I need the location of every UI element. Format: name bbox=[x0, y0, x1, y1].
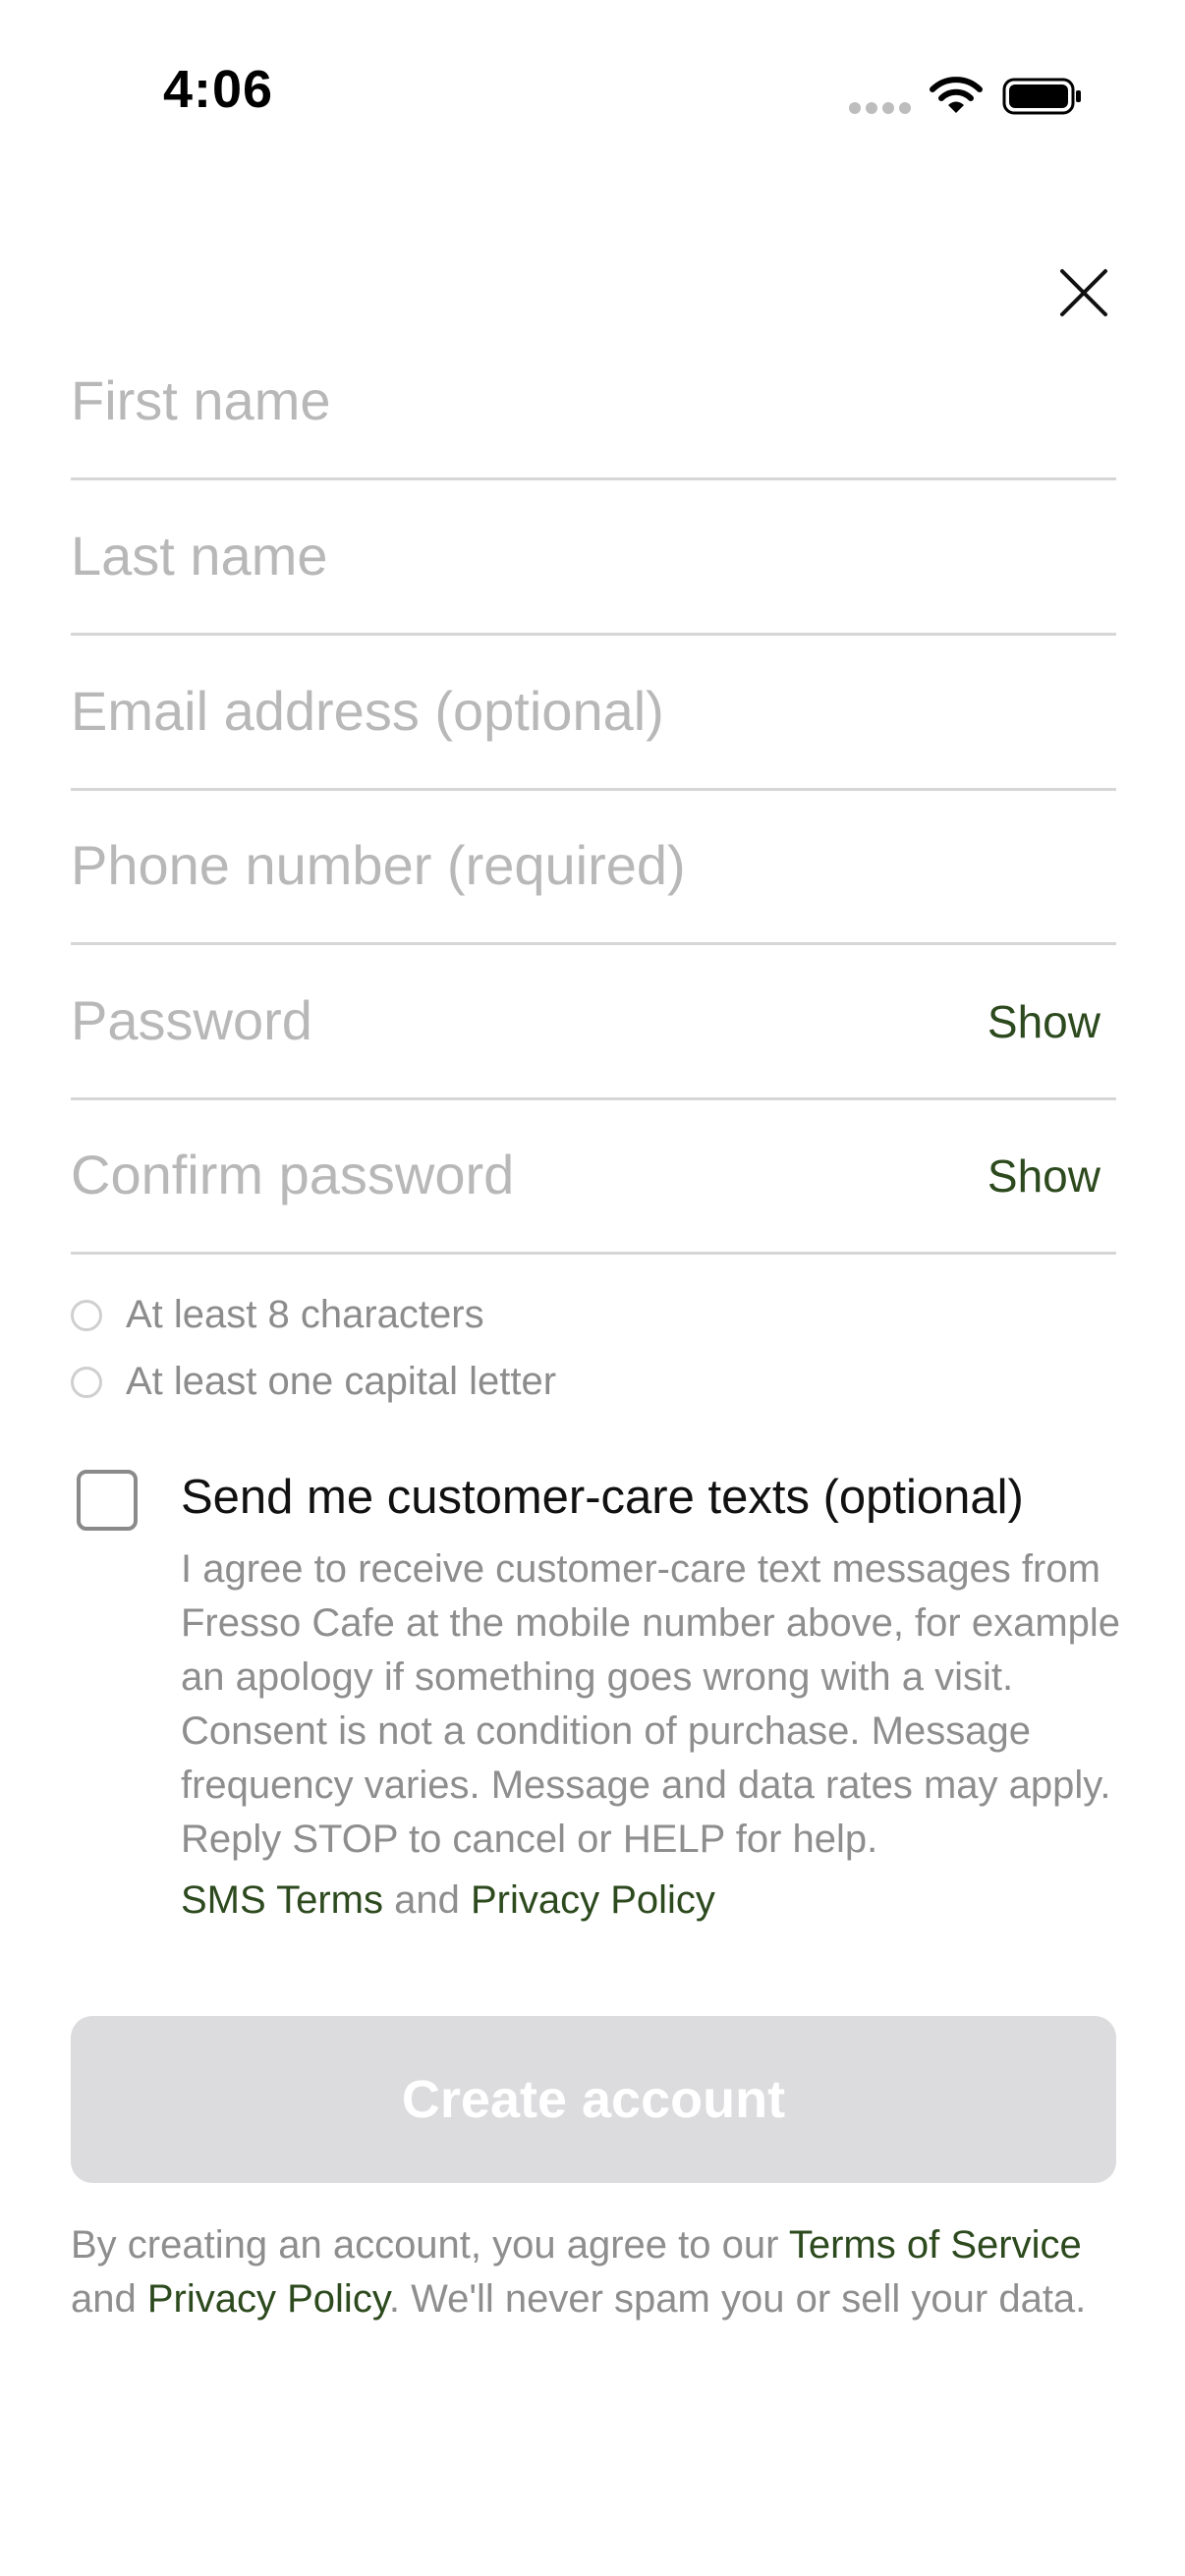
password-input[interactable] bbox=[71, 946, 955, 1093]
password-field: Show bbox=[71, 946, 1116, 1100]
sms-consent-conjunction: and bbox=[394, 1878, 460, 1922]
footer-prefix: By creating an account, you agree to our bbox=[71, 2223, 779, 2267]
phone-input[interactable] bbox=[71, 791, 955, 938]
last-name-input[interactable] bbox=[71, 481, 955, 629]
first-name-field bbox=[71, 326, 1116, 480]
confirm-password-field: Show bbox=[71, 1100, 1116, 1255]
sms-consent-body: I agree to receive customer-care text me… bbox=[181, 1547, 1121, 1861]
radio-icon bbox=[71, 1299, 102, 1331]
email-field bbox=[71, 637, 1116, 791]
create-account-button[interactable]: Create account bbox=[71, 2016, 1116, 2183]
footer-conjunction: and bbox=[71, 2277, 137, 2321]
status-bar: 4:06 bbox=[0, 0, 1185, 128]
footer-privacy-policy-link[interactable]: Privacy Policy bbox=[147, 2277, 389, 2321]
first-name-input[interactable] bbox=[71, 326, 955, 474]
terms-of-service-link[interactable]: Terms of Service bbox=[789, 2223, 1082, 2267]
wifi-icon bbox=[930, 77, 983, 113]
email-input[interactable] bbox=[71, 637, 955, 784]
password-show-toggle[interactable]: Show bbox=[988, 995, 1100, 1048]
close-icon[interactable] bbox=[1056, 265, 1111, 320]
confirm-password-input[interactable] bbox=[71, 1100, 955, 1248]
confirm-password-show-toggle[interactable]: Show bbox=[988, 1149, 1100, 1203]
radio-icon bbox=[71, 1366, 102, 1398]
sms-consent-title[interactable]: Send me customer-care texts (optional) bbox=[181, 1470, 1024, 1525]
phone-field bbox=[71, 791, 1116, 945]
password-rule-length: At least 8 characters bbox=[71, 1293, 484, 1337]
sms-consent-links: SMS Terms and Privacy Policy bbox=[181, 1878, 715, 1923]
status-time: 4:06 bbox=[163, 60, 274, 119]
password-rule-text: At least 8 characters bbox=[126, 1293, 484, 1336]
password-rule-capital: At least one capital letter bbox=[71, 1360, 556, 1404]
sms-terms-link[interactable]: SMS Terms bbox=[181, 1878, 383, 1922]
sms-consent-checkbox[interactable] bbox=[77, 1470, 138, 1531]
sms-privacy-policy-link[interactable]: Privacy Policy bbox=[471, 1878, 715, 1922]
battery-icon bbox=[1002, 78, 1081, 115]
last-name-field bbox=[71, 481, 1116, 636]
cellular-signal-icon bbox=[849, 102, 911, 114]
footer-suffix: . We'll never spam you or sell your data… bbox=[388, 2277, 1087, 2321]
password-rule-text: At least one capital letter bbox=[126, 1360, 557, 1403]
footer-legal-text: By creating an account, you agree to our… bbox=[71, 2218, 1112, 2326]
